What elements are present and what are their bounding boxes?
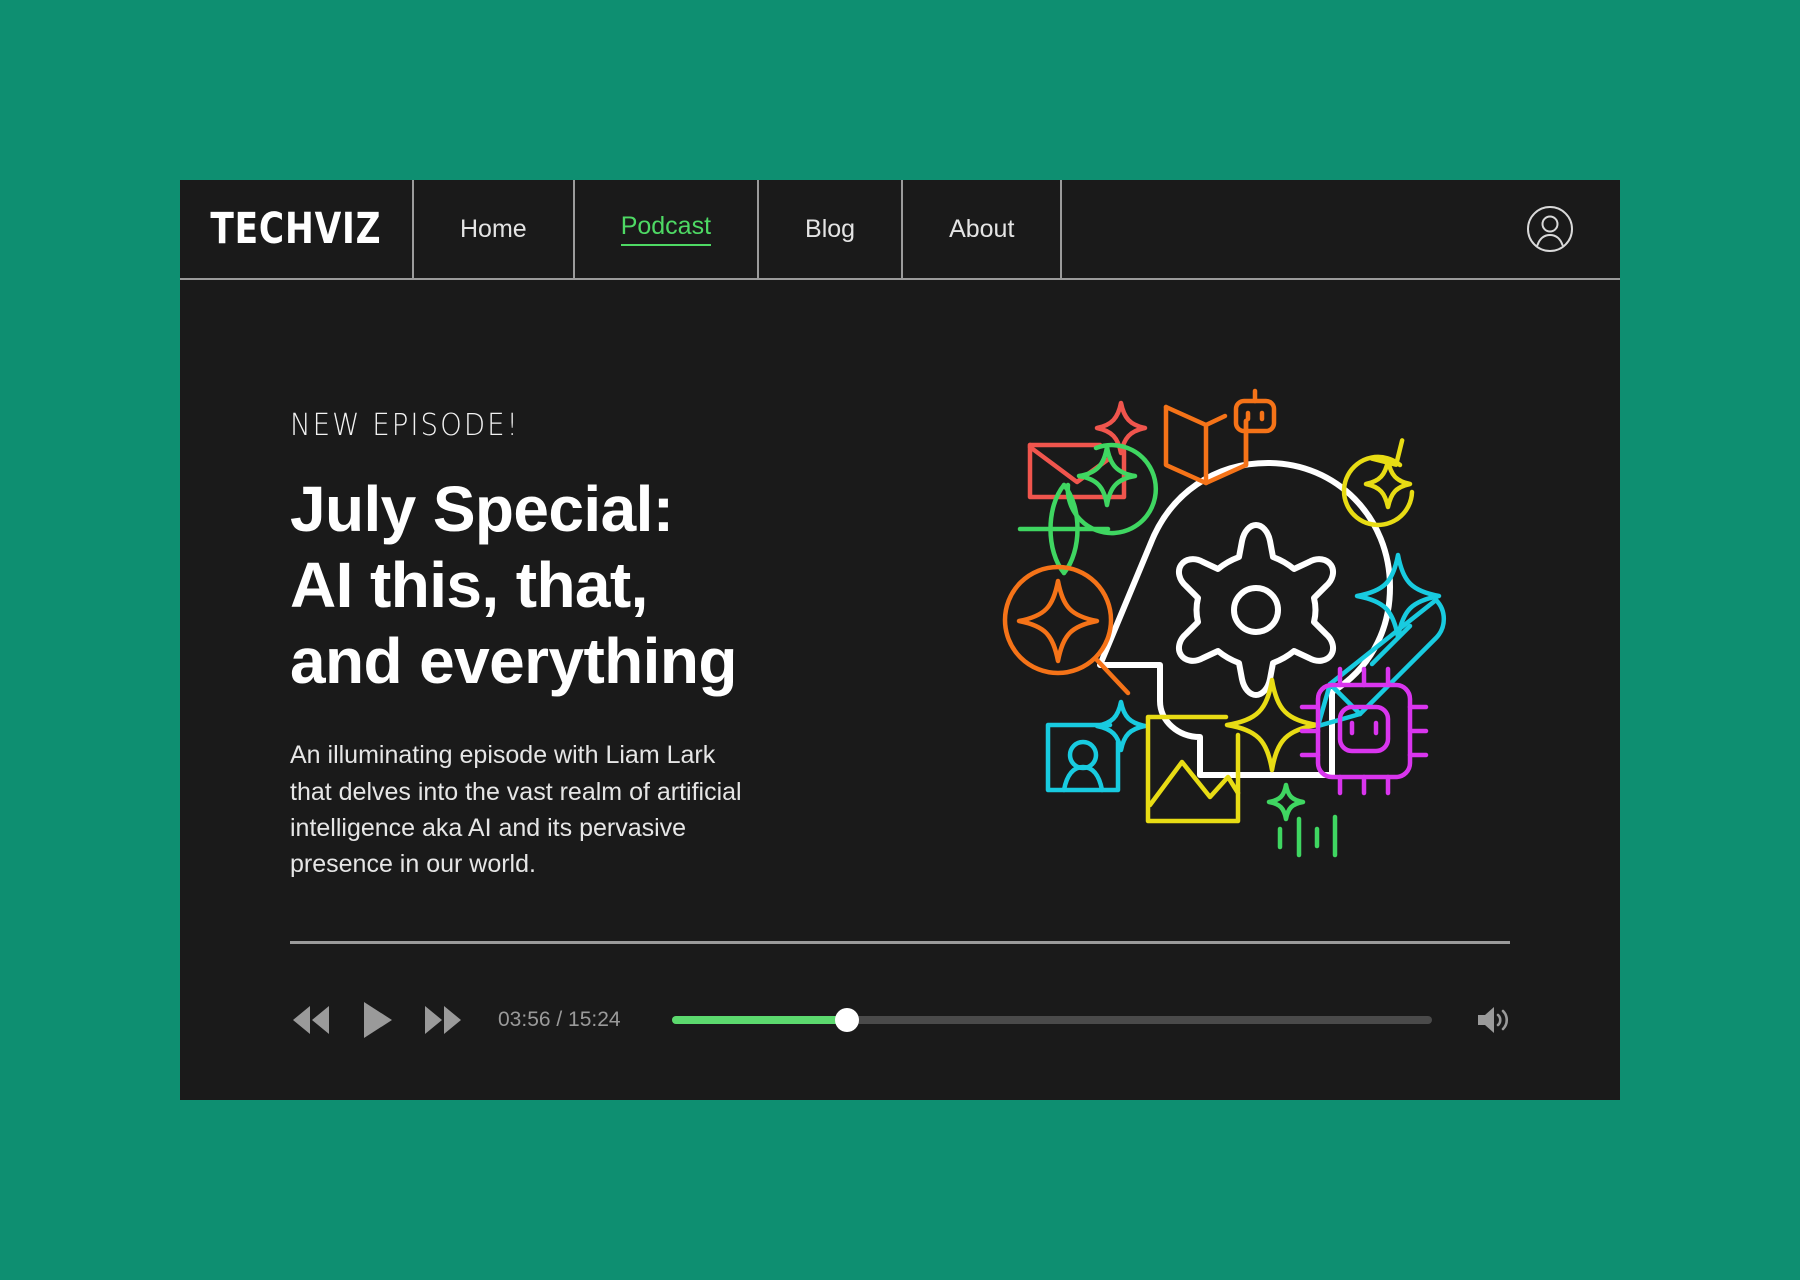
podcast-card: TECHVIZ Home Podcast Blog About NEW EPIS… bbox=[180, 180, 1620, 1100]
globe-sparkle-icon bbox=[1017, 442, 1159, 576]
brand-logo[interactable]: TECHVIZ bbox=[180, 180, 414, 278]
refresh-sparkle-icon bbox=[1341, 438, 1415, 528]
progress-thumb[interactable] bbox=[834, 1008, 859, 1032]
nav-item-podcast-label: Podcast bbox=[620, 212, 712, 246]
nav-item-home[interactable]: Home bbox=[414, 180, 575, 278]
fast-forward-icon[interactable] bbox=[422, 1003, 464, 1037]
nav-item-home-label: Home bbox=[460, 214, 527, 243]
profile-photo-icon bbox=[1045, 699, 1148, 793]
sparkle-icon bbox=[1354, 552, 1442, 640]
site-header: TECHVIZ Home Podcast Blog About bbox=[180, 180, 1620, 280]
brand-wordmark: TECHVIZ bbox=[210, 204, 382, 254]
rewind-icon[interactable] bbox=[290, 1003, 332, 1037]
time-display: 03:56 / 15:24 bbox=[498, 1008, 621, 1031]
volume-icon[interactable] bbox=[1474, 1004, 1510, 1036]
progress-slider[interactable] bbox=[672, 1008, 1432, 1032]
nav-item-podcast[interactable]: Podcast bbox=[575, 180, 760, 278]
player-divider bbox=[290, 941, 1510, 944]
hero-description: An illuminating episode with Liam Lark t… bbox=[290, 741, 742, 879]
hero-eyebrow: NEW EPISODE! bbox=[290, 408, 520, 443]
audio-player: 03:56 / 15:24 bbox=[290, 941, 1510, 1042]
user-circle-icon[interactable] bbox=[1526, 205, 1574, 253]
play-icon[interactable] bbox=[360, 1000, 394, 1040]
chip-robot-icon bbox=[1299, 666, 1429, 796]
page-title: July Special: AI this, that, and everyth… bbox=[290, 473, 737, 698]
audio-wave-icon bbox=[1266, 782, 1338, 858]
search-sparkle-icon bbox=[1002, 564, 1131, 696]
nav-item-blog[interactable]: Blog bbox=[759, 180, 904, 278]
nav-item-about-label: About bbox=[949, 214, 1015, 243]
nav-item-about[interactable]: About bbox=[903, 180, 1063, 278]
image-icon bbox=[1145, 714, 1241, 824]
progress-fill bbox=[672, 1016, 847, 1024]
nav-item-blog-label: Blog bbox=[805, 214, 856, 243]
player-controls: 03:56 / 15:24 bbox=[290, 998, 1510, 1042]
